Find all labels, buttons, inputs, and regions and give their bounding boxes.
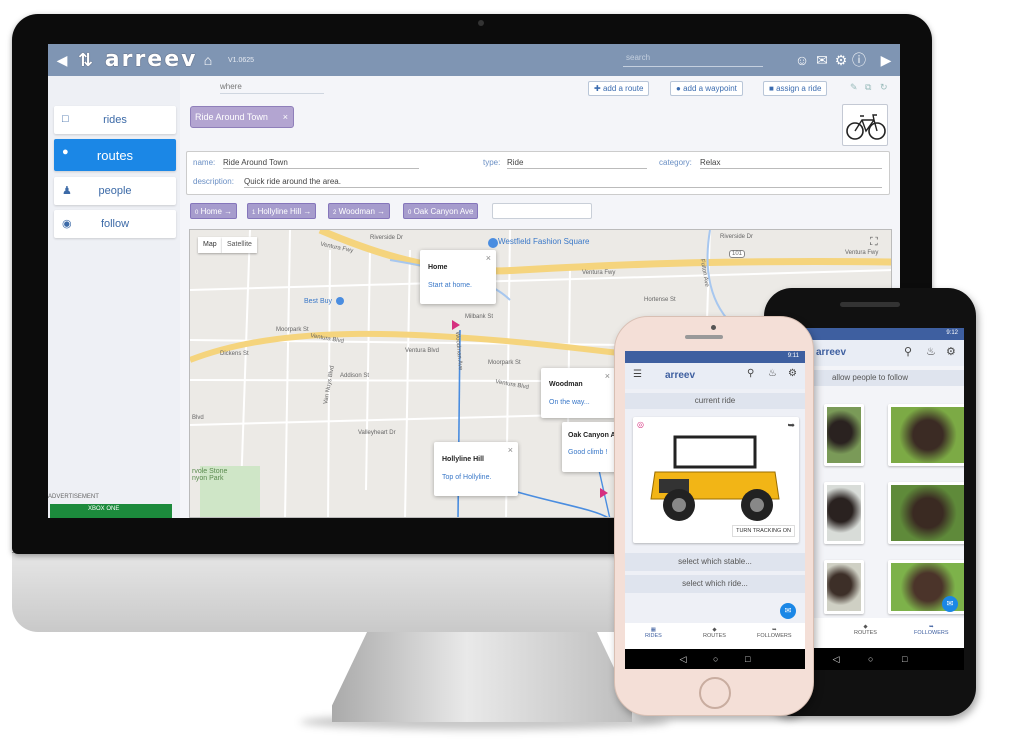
chimp-photo[interactable] (888, 482, 964, 544)
nav-followers[interactable]: ➥ FOLLOWERS (914, 624, 949, 636)
home-circle-icon[interactable]: ○ (868, 654, 873, 664)
current-ride-bar: current ride (625, 393, 805, 409)
collapse-left-icon[interactable]: ◀ (52, 50, 72, 70)
chimp-photo[interactable] (824, 404, 864, 466)
where-input[interactable]: where (220, 82, 324, 94)
search-input[interactable]: search (623, 53, 763, 67)
add-route-button[interactable]: ✚ add a route (588, 81, 650, 96)
ad-label: ADVERTISEMENT (48, 494, 99, 500)
gear-icon[interactable]: ⚙ (946, 345, 956, 358)
search-icon[interactable]: ⚲ (904, 345, 912, 358)
type-field[interactable]: Ride (507, 158, 647, 169)
nav-followers[interactable]: ➥ FOLLOWERS (757, 627, 792, 639)
collapse-right-icon[interactable]: ▶ (876, 50, 896, 70)
edit-icon[interactable]: ✎ (850, 82, 858, 93)
iphone: 9:11 ☰ arreev ⚲ ♨ ⚙ current ride ◎ ➥ TUR… (614, 316, 814, 716)
monitor-stand (332, 630, 632, 722)
assign-ride-button[interactable]: ■ assign a ride (763, 81, 828, 96)
refresh-icon[interactable]: ↻ (880, 82, 888, 93)
route-details: name: Ride Around Town type: Ride catego… (186, 151, 890, 195)
close-icon[interactable]: × (283, 112, 288, 122)
iphone-app-bar: ☰ arreev ⚲ ♨ ⚙ (625, 363, 805, 389)
iphone-system-nav: ◁ ○ □ (625, 649, 805, 669)
sidebar-item-people[interactable]: ♟ people (54, 177, 176, 205)
waypoint-chip-home[interactable]: 0 Home → (190, 203, 238, 219)
bell-icon[interactable]: ♨ (768, 368, 777, 379)
search-icon[interactable]: ⚲ (747, 368, 754, 379)
info-icon[interactable]: ⓘ (849, 50, 869, 70)
waypoint-chip-hollyline[interactable]: 1 Hollyline Hill → (247, 203, 317, 219)
advertisement[interactable]: XBOX ONE (50, 504, 172, 518)
chat-icon[interactable]: ✉ (812, 50, 832, 70)
satellite-type-button[interactable]: Satellite (222, 237, 257, 253)
back-icon[interactable]: ◁ (833, 654, 840, 664)
tracking-button[interactable]: TURN TRACKING ON (732, 525, 795, 537)
gear-icon[interactable]: ⚙ (788, 368, 797, 379)
menu-icon[interactable]: ☰ (633, 369, 642, 380)
waypoint-chip-oak-canyon[interactable]: 0 Oak Canyon Ave (403, 203, 479, 219)
location-icon: ◎ (637, 420, 644, 429)
top-bar: ◀ ⇅ arreev ⌂ V1.0625 search ☺ ✉ ⚙ ⓘ ▶ (48, 44, 900, 76)
fullscreen-icon[interactable]: ⛶ (870, 236, 878, 249)
chimp-photo[interactable] (888, 404, 964, 466)
camera (711, 325, 716, 330)
bike-image (842, 104, 888, 146)
gear-icon[interactable]: ⚙ (831, 50, 851, 70)
account-icon[interactable]: ☺ (792, 50, 812, 70)
map-type-button[interactable]: Map (198, 237, 222, 253)
home-icon[interactable]: ⌂ (198, 50, 218, 70)
bell-icon[interactable]: ♨ (926, 345, 936, 358)
back-icon[interactable]: ◁ (680, 654, 687, 664)
recents-icon[interactable]: □ (745, 654, 750, 664)
chimp-photo[interactable] (824, 482, 864, 544)
route-chip[interactable]: Ride Around Town × (190, 106, 294, 128)
app-logo: ⇅ arreev (78, 47, 198, 72)
sidebar: □ rides ● routes ♟ people ◉ follow ADVER… (48, 76, 180, 518)
waypoint-chip-woodman[interactable]: 2 Woodman → (328, 203, 391, 219)
select-ride[interactable]: select which ride... (625, 575, 805, 593)
home-button[interactable] (699, 677, 731, 709)
version-label: V1.0625 (228, 57, 255, 64)
poi-park: rvole Stone nyon Park (192, 468, 228, 482)
iphone-status-bar: 9:11 (625, 351, 805, 363)
close-icon[interactable]: × (605, 371, 610, 381)
sidebar-item-routes[interactable]: ● routes (54, 139, 176, 171)
camera (478, 20, 484, 26)
sidebar-item-follow[interactable]: ◉ follow (54, 210, 176, 238)
name-field[interactable]: Ride Around Town (223, 158, 419, 169)
category-field[interactable]: Relax (700, 158, 882, 169)
home-marker (452, 320, 460, 330)
jeep-image (650, 435, 780, 521)
poi-mall: Westfield Fashion Square (498, 237, 590, 246)
add-waypoint-button[interactable]: ● add a waypoint (670, 81, 743, 96)
chat-fab[interactable]: ✉ (942, 596, 958, 612)
home-circle-icon[interactable]: ○ (713, 654, 718, 664)
speaker (685, 335, 723, 339)
iphone-screen: 9:11 ☰ arreev ⚲ ♨ ⚙ current ride ◎ ➥ TUR… (625, 351, 805, 669)
popup-hollyline[interactable]: Hollyline Hill Top of Hollyline. × (434, 442, 518, 496)
ride-card[interactable]: ◎ ➥ TURN TRACKING ON (633, 417, 799, 543)
speaker (840, 302, 900, 307)
popup-home[interactable]: Home Start at home. × (420, 250, 496, 304)
poi-store: Best Buy (304, 298, 333, 305)
waypoint-input[interactable] (492, 203, 592, 219)
close-icon[interactable]: × (508, 445, 513, 455)
description-field[interactable]: Quick ride around the area. (244, 177, 882, 188)
nav-rides[interactable]: ▦ RIDES (645, 627, 662, 639)
copy-icon[interactable]: ⧉ (865, 82, 871, 93)
nav-routes[interactable]: ◆ ROUTES (703, 627, 726, 639)
chat-fab[interactable]: ✉ (780, 603, 796, 619)
recents-icon[interactable]: □ (902, 654, 907, 664)
select-stable[interactable]: select which stable... (625, 553, 805, 571)
chimp-photo[interactable] (824, 560, 864, 614)
popup-woodman[interactable]: Woodman On the way... × (541, 368, 615, 418)
close-icon[interactable]: × (486, 253, 491, 263)
popup-oak-canyon[interactable]: Oak Canyon A Good climb ! (562, 422, 618, 472)
sidebar-item-rides[interactable]: □ rides (54, 106, 176, 134)
iphone-bottom-nav: ▦ RIDES ◆ ROUTES ➥ FOLLOWERS (625, 623, 805, 649)
nav-routes[interactable]: ◆ ROUTES (854, 624, 877, 636)
